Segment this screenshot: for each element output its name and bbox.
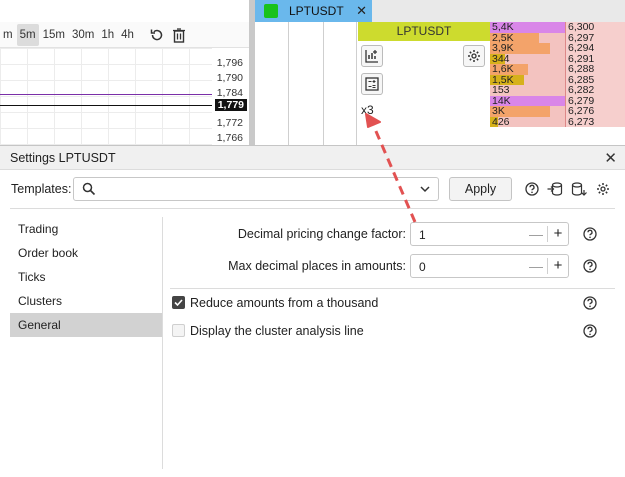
volume-value: 426 xyxy=(492,115,510,128)
templates-row: Templates: Apply xyxy=(0,170,625,208)
orderbook-price: 6,288 xyxy=(565,64,625,75)
orderbook-row[interactable]: 1,5K 6,285 xyxy=(490,74,625,85)
current-price-line xyxy=(0,105,212,106)
help-icon[interactable] xyxy=(583,324,597,338)
settings-nav: Trading Order book Ticks Clusters Genera… xyxy=(10,217,162,337)
help-icon[interactable] xyxy=(583,296,597,310)
tab-label: LPTUSDT xyxy=(289,4,344,18)
max-decimal-row: Max decimal places in amounts: 0 — + xyxy=(170,254,610,278)
close-icon[interactable]: ✕ xyxy=(604,149,617,167)
calculator-icon[interactable] xyxy=(361,73,383,95)
orderbook-row[interactable]: 3,9K 6,294 xyxy=(490,43,625,54)
orderbook-volume: 3K xyxy=(490,106,565,117)
orderbook-rows: 5,4K 6,300 2,5K 6,297 3,9K 6,294 344 6,291 1,6K 6… xyxy=(490,22,625,127)
nav-item-clusters[interactable]: Clusters xyxy=(10,289,162,313)
templates-label: Templates: xyxy=(11,182,72,196)
plus-icon[interactable]: + xyxy=(550,258,566,274)
gear-icon[interactable] xyxy=(595,181,611,197)
close-tab-icon[interactable]: ✕ xyxy=(356,3,367,19)
orderbook-price: 6,282 xyxy=(565,85,625,96)
multiplier-label: x3 xyxy=(361,103,374,117)
cluster-line-row[interactable]: Display the cluster analysis line xyxy=(172,322,602,340)
timeframe-5m[interactable]: 5m xyxy=(16,23,39,46)
timeframe-1h[interactable]: 1h xyxy=(98,24,117,46)
orderbook-row[interactable]: 3K 6,276 xyxy=(490,106,625,117)
help-icon[interactable] xyxy=(583,259,597,273)
orderbook-tabbar: LPTUSDT ✕ xyxy=(255,0,625,22)
tab-lptusdt[interactable]: LPTUSDT ✕ xyxy=(255,0,372,22)
nav-item-trading[interactable]: Trading xyxy=(10,217,162,241)
orderbook-header: LPTUSDT xyxy=(358,22,490,41)
apply-button[interactable]: Apply xyxy=(449,177,512,201)
orderbook-price: 6,276 xyxy=(565,106,625,117)
decimal-pricing-label: Decimal pricing change factor: xyxy=(237,227,406,241)
chart-add-icon[interactable] xyxy=(361,45,383,67)
search-icon xyxy=(82,182,96,199)
cluster-line-checkbox[interactable] xyxy=(172,324,185,337)
minus-icon[interactable]: — xyxy=(528,258,544,274)
purple-level-line xyxy=(0,94,212,95)
orderbook-area: LPTUSDT x3 5,4K 6,300 2,5K 6,297 3,9K 6,294 34… xyxy=(255,22,625,145)
trash-icon[interactable] xyxy=(170,26,188,44)
chart-panel: m 5m 15m 30m 1h 4h 1,796 1,790 1,784 1,7… xyxy=(0,0,249,145)
reduce-amounts-label: Reduce amounts from a thousand xyxy=(190,296,379,310)
orderbook-row[interactable]: 1,6K 6,288 xyxy=(490,64,625,75)
nav-item-order-book[interactable]: Order book xyxy=(10,241,162,265)
orderbook-row[interactable]: 153 6,282 xyxy=(490,85,625,96)
orderbook-volume: 426 xyxy=(490,115,565,128)
price-tick: 1,796 xyxy=(216,57,243,69)
timeframe-m[interactable]: m xyxy=(0,24,16,46)
decimal-pricing-value[interactable]: 1 xyxy=(419,228,426,242)
price-tick: 1,784 xyxy=(216,87,243,99)
orderbook-volume: 1,6K xyxy=(490,64,565,75)
decimal-pricing-row: Decimal pricing change factor: 1 — + xyxy=(170,222,610,246)
minus-icon[interactable]: — xyxy=(528,226,544,242)
timeframe-15m[interactable]: 15m xyxy=(40,24,68,46)
price-scale[interactable]: 1,796 1,790 1,784 1,779 1,772 1,766 xyxy=(212,48,249,145)
orderbook-price: 6,273 xyxy=(565,116,625,127)
reduce-amounts-checkbox[interactable] xyxy=(172,296,185,309)
max-decimal-value[interactable]: 0 xyxy=(419,260,426,274)
price-tick: 1,766 xyxy=(216,132,243,144)
settings-dialog: Settings LPTUSDT ✕ Templates: Apply Trad… xyxy=(0,145,625,477)
reduce-amounts-row[interactable]: Reduce amounts from a thousand xyxy=(172,294,602,312)
plus-icon[interactable]: + xyxy=(550,226,566,242)
tab-color-square xyxy=(264,4,278,18)
orderbook-volume: 153 xyxy=(490,85,565,96)
timeframe-30m[interactable]: 30m xyxy=(69,24,97,46)
help-icon[interactable] xyxy=(524,181,540,197)
cluster-line-label: Display the cluster analysis line xyxy=(190,324,364,338)
max-decimal-stepper[interactable]: 0 — + xyxy=(410,254,569,278)
save-template-icon[interactable] xyxy=(571,181,587,197)
nav-item-general[interactable]: General xyxy=(10,313,162,337)
orderbook-row[interactable]: 14K 6,279 xyxy=(490,95,625,106)
timeframe-toolbar: m 5m 15m 30m 1h 4h xyxy=(0,22,249,48)
orderbook-price: 6,300 xyxy=(565,22,625,33)
orderbook-row[interactable]: 5,4K 6,300 xyxy=(490,22,625,33)
max-decimal-label: Max decimal places in amounts: xyxy=(228,259,406,273)
price-tick: 1,790 xyxy=(216,72,243,84)
settings-gear-icon[interactable] xyxy=(463,45,485,67)
dialog-title: Settings LPTUSDT xyxy=(10,151,116,165)
orderbook-volume: 3,9K xyxy=(490,43,565,54)
chart-grid[interactable] xyxy=(0,48,212,145)
dialog-titlebar[interactable]: Settings LPTUSDT ✕ xyxy=(0,146,625,170)
decimal-pricing-stepper[interactable]: 1 — + xyxy=(410,222,569,246)
orderbook-row[interactable]: 426 6,273 xyxy=(490,115,625,128)
nav-item-ticks[interactable]: Ticks xyxy=(10,265,162,289)
price-tick: 1,772 xyxy=(216,117,243,129)
timeframe-4h[interactable]: 4h xyxy=(118,24,137,46)
orderbook-price: 6,294 xyxy=(565,43,625,54)
import-template-icon[interactable] xyxy=(547,181,563,197)
reset-icon[interactable] xyxy=(148,26,166,44)
help-icon[interactable] xyxy=(583,227,597,241)
current-price-tag: 1,779 xyxy=(214,99,247,111)
templates-select[interactable] xyxy=(73,177,439,201)
orderbook-volume: 5,4K xyxy=(490,22,565,33)
chevron-down-icon[interactable] xyxy=(418,182,432,199)
